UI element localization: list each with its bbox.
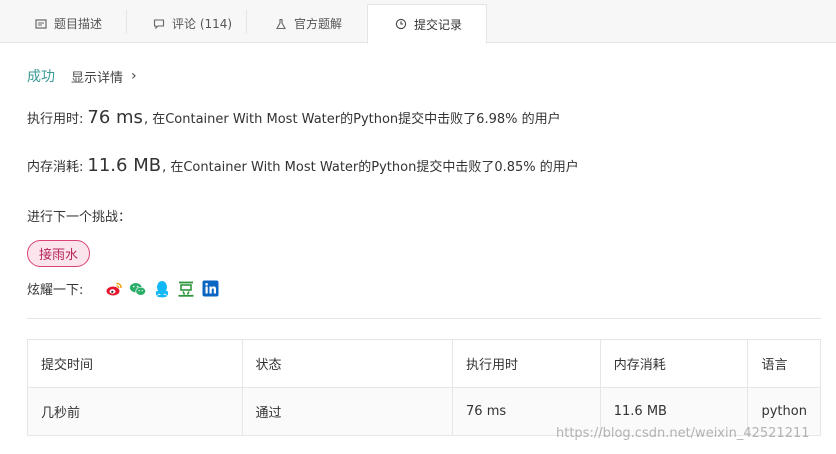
share-icons xyxy=(105,280,225,298)
status-success-text: 成功 xyxy=(27,69,55,85)
tab-submissions[interactable]: 提交记录 xyxy=(367,4,487,44)
table-header-row: 提交时间 状态 执行用时 内存消耗 语言 xyxy=(27,339,821,388)
tab-solution[interactable]: 官方题解 xyxy=(246,4,366,43)
memory-label: 内存消耗: xyxy=(27,160,84,175)
runtime-value: 76 ms xyxy=(87,107,143,128)
memory-metric: 内存消耗: 11.6 MB , 在Container With Most Wat… xyxy=(27,155,579,176)
column-header-status[interactable]: 状态 xyxy=(241,339,454,388)
tab-comments-label: 评论 (114) xyxy=(172,17,233,31)
next-challenge-label: 进行下一个挑战： xyxy=(27,210,132,225)
submissions-table: 提交时间 状态 执行用时 内存消耗 语言 几秒前 通过 76 ms 11.6 M… xyxy=(27,339,821,436)
column-header-language[interactable]: 语言 xyxy=(747,339,821,388)
runtime-label: 执行用时: xyxy=(27,112,84,127)
linkedin-icon[interactable] xyxy=(201,280,219,298)
tab-bar: 题目描述 评论 (114) 官方题解 提交记录 xyxy=(0,0,836,44)
flask-icon xyxy=(274,17,288,31)
show-details-link[interactable]: 显示详情 › xyxy=(71,67,137,86)
share-label: 炫耀一下: xyxy=(27,283,84,298)
cell-submit-time: 几秒前 xyxy=(27,387,243,436)
weibo-icon[interactable] xyxy=(105,280,123,298)
tab-solution-label: 官方题解 xyxy=(294,17,343,31)
column-header-submit-time[interactable]: 提交时间 xyxy=(27,339,243,388)
column-header-memory[interactable]: 内存消耗 xyxy=(599,339,749,388)
douban-icon[interactable] xyxy=(177,280,195,298)
wechat-icon[interactable] xyxy=(129,280,147,298)
tab-submissions-label: 提交记录 xyxy=(414,17,463,32)
memory-description: , 在Container With Most Water的Python提交中击败… xyxy=(162,160,579,175)
section-divider xyxy=(27,318,821,319)
share-row: 炫耀一下: xyxy=(27,279,225,298)
comment-icon xyxy=(152,17,166,31)
show-details-label: 显示详情 xyxy=(71,70,124,86)
runtime-description: , 在Container With Most Water的Python提交中击败… xyxy=(143,112,561,127)
memory-value: 11.6 MB xyxy=(87,155,162,176)
cell-status-link[interactable]: 通过 xyxy=(241,387,454,436)
column-header-runtime[interactable]: 执行用时 xyxy=(452,339,601,388)
tab-comments[interactable]: 评论 (114) xyxy=(126,4,246,43)
result-status-row: 成功 显示详情 › xyxy=(27,66,137,86)
clock-icon xyxy=(394,17,408,31)
next-problem-tag[interactable]: 接雨水 xyxy=(27,240,91,267)
document-icon xyxy=(34,17,48,31)
qq-icon[interactable] xyxy=(153,280,171,298)
tab-description[interactable]: 题目描述 xyxy=(6,4,132,43)
watermark-text: https://blog.csdn.net/weixin_42521211 xyxy=(556,426,810,441)
chevron-right-icon: › xyxy=(131,68,137,84)
tab-description-label: 题目描述 xyxy=(54,17,103,31)
runtime-metric: 执行用时: 76 ms , 在Container With Most Water… xyxy=(27,107,561,128)
